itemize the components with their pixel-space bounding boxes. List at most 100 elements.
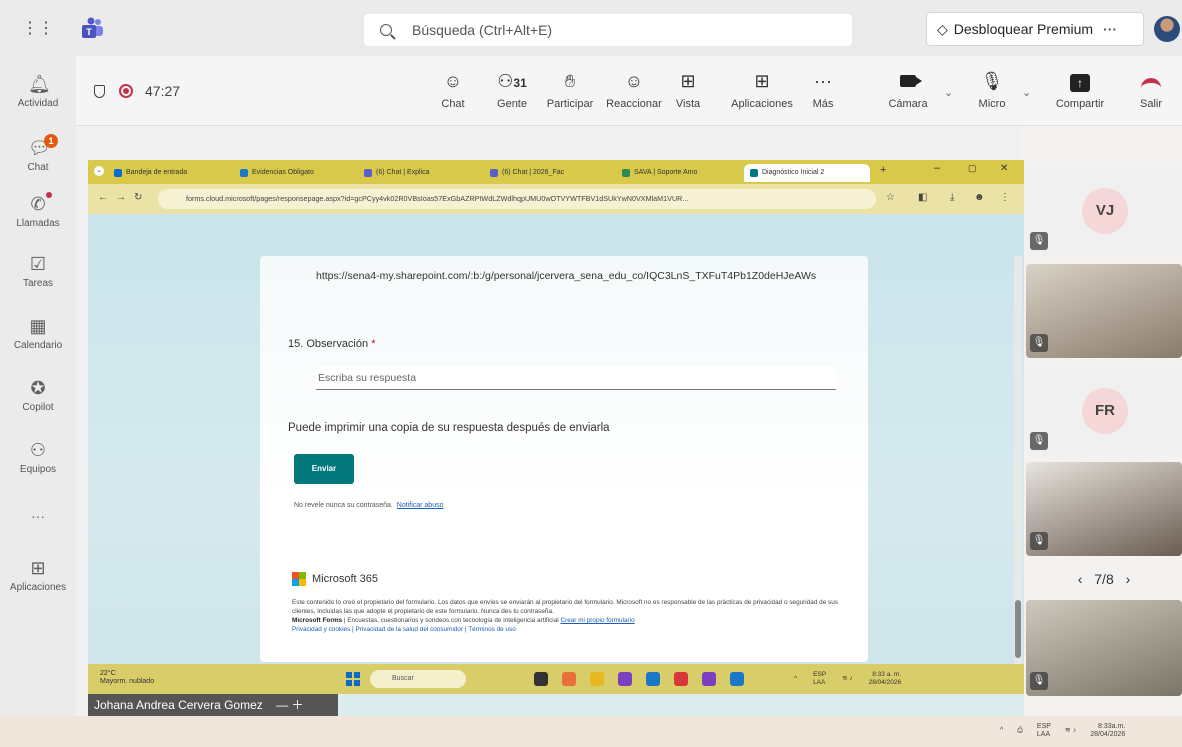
temperature: 22°C bbox=[100, 670, 116, 677]
new-tab-icon[interactable]: + bbox=[880, 164, 886, 176]
browser-tab[interactable]: Evidencias Obligato bbox=[234, 164, 352, 182]
answer-input[interactable]: Escriba su respuesta bbox=[316, 366, 836, 390]
mic-button[interactable]: 🎙︎ Micro bbox=[972, 70, 1012, 110]
submit-button[interactable]: Enviar bbox=[294, 454, 354, 484]
usb-icon[interactable]: ⎙ bbox=[1017, 727, 1023, 735]
lang-layout: LAA bbox=[1036, 731, 1051, 738]
rail-item-calendar[interactable]: ▦ Calendario bbox=[0, 316, 76, 351]
create-form-link[interactable]: Crear mi propio formulario bbox=[560, 617, 634, 624]
store-icon[interactable] bbox=[562, 672, 576, 686]
mic-label: Micro bbox=[978, 98, 1006, 110]
download-icon[interactable]: ⤓ bbox=[950, 192, 954, 203]
rail-item-apps[interactable]: ⊞ Aplicaciones bbox=[0, 558, 76, 593]
page-scrollbar-thumb[interactable] bbox=[1015, 600, 1021, 658]
rail-item-activity[interactable]: 🔔︎ Actividad bbox=[0, 74, 76, 109]
windows-start-icon[interactable] bbox=[346, 672, 360, 686]
lang-layout: LAA bbox=[813, 679, 826, 686]
participant-video-tile[interactable]: 🎙︎ bbox=[1026, 600, 1182, 696]
question-title: 15. Observación * bbox=[288, 338, 375, 350]
more-options-icon[interactable]: ··· bbox=[1103, 21, 1117, 37]
add-app-icon: ⊞ bbox=[754, 71, 770, 91]
privacy-links[interactable]: Privacidad y cookies | Privacidad de la … bbox=[292, 625, 852, 634]
react-button[interactable]: ☺ Reaccionar bbox=[602, 70, 666, 110]
browser-tab[interactable]: SAVA | Soporte Amo bbox=[616, 164, 736, 182]
app-launcher-icon[interactable]: ⋮⋮ bbox=[22, 20, 54, 38]
outlook-icon[interactable] bbox=[730, 672, 744, 686]
presenter-name-bar: Johana Andrea Cervera Gomez — ＋ bbox=[88, 694, 338, 716]
browser-tab[interactable]: (6) Chat | 2026_Fac bbox=[484, 164, 608, 182]
tab-menu-icon[interactable]: ⌄ bbox=[94, 166, 104, 176]
browser-tab[interactable]: (6) Chat | Explica bbox=[358, 164, 478, 182]
teams-icon: ⚇ bbox=[29, 440, 47, 460]
tray-chevron-icon[interactable]: ^ bbox=[794, 675, 797, 683]
rail-item-calls[interactable]: ✆ Llamadas bbox=[0, 192, 76, 229]
chat-icon: ☺ bbox=[443, 71, 463, 91]
share-button[interactable]: ↑ Compartir bbox=[1050, 70, 1110, 110]
tab-title: Evidencias Obligato bbox=[252, 169, 314, 176]
hand-icon: ✋︎ bbox=[564, 71, 576, 91]
more-button[interactable]: ··· Más bbox=[808, 70, 838, 110]
chat-button[interactable]: ☺ Chat bbox=[438, 70, 468, 110]
forms-brand-text: Microsoft Forms bbox=[292, 617, 343, 624]
participant-tile[interactable]: VJ 🎙︎ bbox=[1026, 166, 1182, 256]
clock[interactable]: 8:33 a. m. 28/04/2026 bbox=[869, 671, 902, 687]
url-field[interactable]: forms.cloud.microsoft/pages/responsepage… bbox=[158, 189, 876, 209]
tray-chevron-icon[interactable]: ^ bbox=[1000, 727, 1003, 735]
mic-muted-icon: 🎙︎ bbox=[1030, 672, 1048, 690]
minimize-icon[interactable]: – bbox=[934, 162, 940, 174]
camera-options-chevron-icon[interactable]: ⌄ bbox=[944, 86, 953, 99]
camera-button[interactable]: Cámara bbox=[884, 70, 932, 110]
next-page-icon[interactable]: › bbox=[1126, 571, 1131, 587]
close-icon[interactable]: ✕ bbox=[1000, 163, 1008, 174]
participant-video-tile[interactable]: 🎙︎ bbox=[1026, 264, 1182, 358]
back-icon[interactable]: ← bbox=[98, 192, 108, 203]
star-icon[interactable]: ☆ bbox=[886, 192, 895, 203]
unlock-premium-button[interactable]: ◇ Desbloquear Premium ··· bbox=[926, 12, 1144, 46]
app-icon[interactable] bbox=[674, 672, 688, 686]
taskview-icon[interactable] bbox=[534, 672, 548, 686]
rail-item-chat[interactable]: 💬︎ 1 Chat bbox=[0, 134, 76, 173]
participant-initials: VJ bbox=[1082, 188, 1128, 234]
prev-page-icon[interactable]: ‹ bbox=[1078, 571, 1083, 587]
rail-item-tasks[interactable]: ☑ Tareas bbox=[0, 254, 76, 289]
wifi-sound-icon[interactable]: ≋ ♪ bbox=[1065, 727, 1076, 735]
raise-label: Participar bbox=[546, 98, 594, 110]
leave-button[interactable]: Salir bbox=[1136, 70, 1166, 110]
browser-tab[interactable]: Bandeja de entrada bbox=[108, 164, 226, 182]
browser-menu-icon[interactable]: ⋮ bbox=[1000, 192, 1010, 203]
view-button[interactable]: ⊞ Vista bbox=[668, 70, 708, 110]
explorer-icon[interactable] bbox=[590, 672, 604, 686]
apps-button[interactable]: ⊞ Aplicaciones bbox=[726, 70, 798, 110]
page-indicator: 7/8 bbox=[1094, 571, 1114, 587]
browser-tab-active[interactable]: Diagnóstico Inicial 2 bbox=[744, 164, 870, 182]
mic-options-chevron-icon[interactable]: ⌄ bbox=[1022, 86, 1031, 99]
wifi-sound-icon[interactable]: ≋ ♪ bbox=[842, 675, 853, 683]
clock[interactable]: 8:33a.m. 28/04/2026 bbox=[1090, 723, 1125, 739]
smiley-icon: ☺ bbox=[624, 71, 644, 91]
reload-icon[interactable]: ↻ bbox=[134, 192, 142, 203]
maximize-icon[interactable]: ▢ bbox=[968, 163, 977, 174]
app-icon[interactable] bbox=[618, 672, 632, 686]
people-button[interactable]: ⚇31 Gente bbox=[492, 70, 532, 110]
raise-hand-button[interactable]: ✋︎ Participar bbox=[542, 70, 598, 110]
forward-icon[interactable]: → bbox=[116, 192, 126, 203]
profile-icon[interactable]: ☻ bbox=[974, 192, 985, 203]
expand-icon[interactable]: — ＋ bbox=[276, 698, 303, 712]
lang-indicator[interactable]: ESP LAA bbox=[1037, 723, 1051, 739]
participant-video-tile[interactable]: 🎙︎ bbox=[1026, 462, 1182, 556]
search-input[interactable]: Búsqueda (Ctrl+Alt+E) bbox=[364, 14, 852, 46]
rail-more-button[interactable]: ··· bbox=[0, 508, 76, 524]
edge-icon[interactable] bbox=[646, 672, 660, 686]
rail-item-teams[interactable]: ⚇ Equipos bbox=[0, 440, 76, 475]
participant-tile[interactable]: FR 🎙︎ bbox=[1026, 366, 1182, 456]
rail-item-copilot[interactable]: ✪ Copilot bbox=[0, 378, 76, 413]
lang-indicator[interactable]: ESP LAA bbox=[813, 671, 826, 687]
form-page: https://sena4-my.sharepoint.com/:b:/g/pe… bbox=[88, 214, 1024, 664]
extensions-icon[interactable]: ◧ bbox=[918, 192, 927, 203]
app-icon[interactable] bbox=[702, 672, 716, 686]
diamond-icon: ◇ bbox=[937, 20, 948, 37]
report-abuse-link[interactable]: Notificar abuso bbox=[397, 502, 444, 509]
user-avatar[interactable] bbox=[1154, 16, 1180, 42]
taskbar-search[interactable]: Buscar bbox=[370, 670, 466, 688]
weather-widget[interactable]: 22°C Mayorm. nublado bbox=[100, 670, 154, 686]
